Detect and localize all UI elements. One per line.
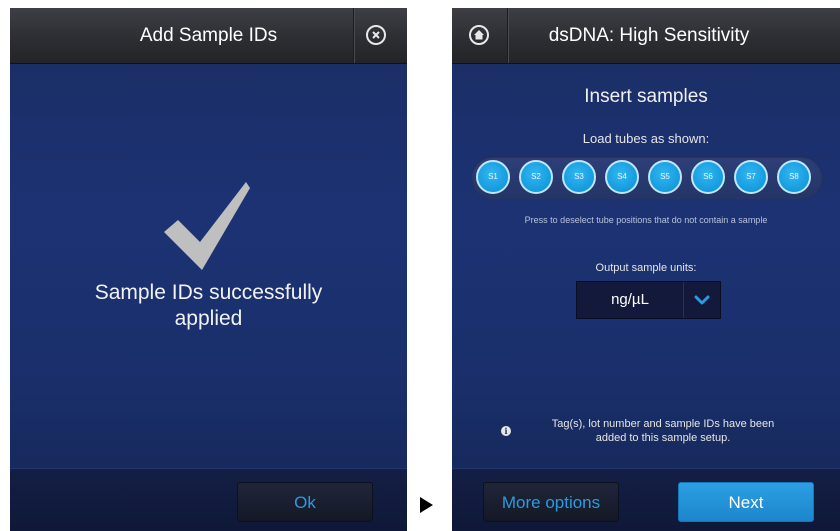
success-message: Sample IDs successfully applied bbox=[10, 280, 407, 332]
tube-s3-button[interactable]: S3 bbox=[562, 160, 596, 194]
insert-samples-heading: Insert samples bbox=[584, 86, 708, 107]
next-button[interactable]: Next bbox=[678, 482, 814, 522]
title-bar: Add Sample IDs bbox=[10, 8, 407, 64]
info-message: Tag(s), lot number and sample IDs have b… bbox=[528, 417, 798, 445]
tube-s6-button[interactable]: S6 bbox=[691, 160, 725, 194]
title-bar-divider bbox=[353, 8, 354, 63]
add-sample-ids-screen: Add Sample IDs Sample IDs successfully a… bbox=[10, 8, 407, 531]
more-options-button[interactable]: More options bbox=[483, 482, 619, 522]
footer-bar: Ok bbox=[10, 468, 407, 531]
title-bar: dsDNA: High Sensitivity bbox=[452, 8, 840, 64]
screen-title: dsDNA: High Sensitivity bbox=[548, 25, 750, 46]
load-tubes-label: Load tubes as shown: bbox=[582, 131, 710, 146]
ok-button[interactable]: Ok bbox=[237, 482, 373, 522]
tube-rack: S1 S2 S3 S4 S5 S6 S7 S8 bbox=[471, 156, 823, 200]
insert-samples-screen: dsDNA: High Sensitivity Insert samples L… bbox=[452, 8, 840, 531]
output-units-value: ng/µL bbox=[611, 291, 649, 308]
chevron-down-icon[interactable] bbox=[684, 282, 720, 318]
info-message-line1: Tag(s), lot number and sample IDs have b… bbox=[551, 418, 775, 430]
output-units-label: Output sample units: bbox=[595, 262, 697, 274]
screen-title: Add Sample IDs bbox=[139, 25, 278, 46]
arrow-right-icon bbox=[420, 497, 433, 513]
tube-s8-button[interactable]: S8 bbox=[777, 160, 811, 194]
close-icon[interactable] bbox=[366, 25, 386, 45]
info-message-line2: added to this sample setup. bbox=[595, 432, 731, 444]
deselect-hint: Press to deselect tube positions that do… bbox=[524, 215, 768, 225]
footer-bar: More options Next bbox=[452, 468, 840, 531]
tube-s4-button[interactable]: S4 bbox=[605, 160, 639, 194]
success-message-line1: Sample IDs successfully bbox=[94, 281, 323, 304]
output-units-select[interactable]: ng/µL bbox=[576, 281, 721, 319]
tube-s7-button[interactable]: S7 bbox=[734, 160, 768, 194]
tube-s5-button[interactable]: S5 bbox=[648, 160, 682, 194]
info-icon: i bbox=[501, 426, 511, 436]
tube-s1-button[interactable]: S1 bbox=[476, 160, 510, 194]
tube-s2-button[interactable]: S2 bbox=[519, 160, 553, 194]
success-message-line2: applied bbox=[174, 307, 243, 330]
checkmark-icon bbox=[164, 182, 250, 270]
